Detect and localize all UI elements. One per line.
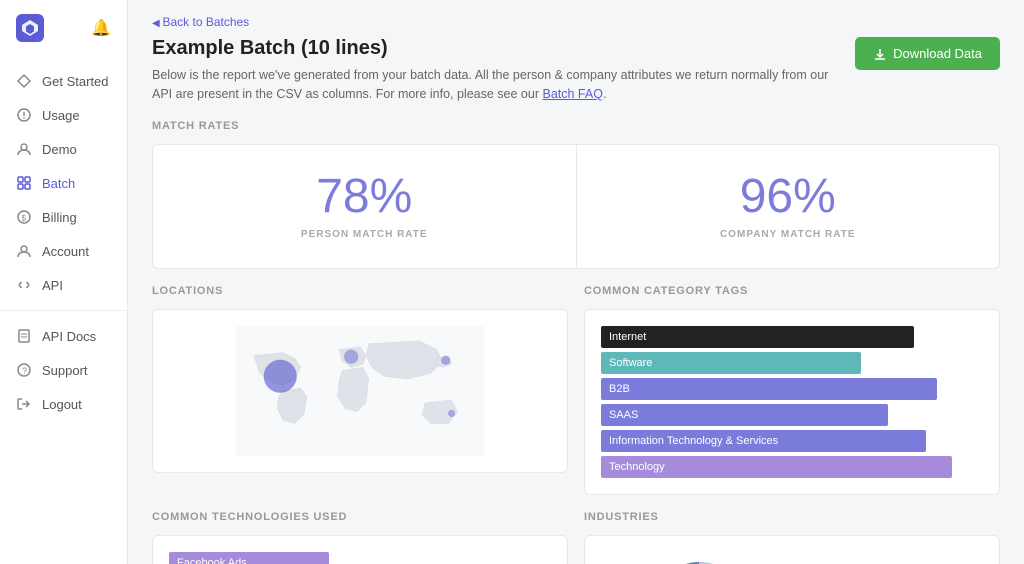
sidebar-header: 🔔 — [0, 0, 127, 56]
locations-section-label: LOCATIONS — [152, 285, 568, 297]
notification-bell-icon[interactable]: 🔔 — [91, 18, 111, 38]
person-match-rate-value: 78% — [316, 173, 412, 221]
svg-text:$: $ — [22, 214, 27, 223]
usage-icon — [16, 107, 32, 123]
get-started-icon — [16, 73, 32, 89]
logo-icon — [16, 14, 44, 42]
location-bubble-europe — [344, 349, 358, 363]
category-bar-row: Technology — [601, 456, 983, 478]
industries-pie-chart — [644, 552, 754, 564]
api-docs-label: API Docs — [42, 329, 96, 344]
sidebar-item-get-started[interactable]: Get Started — [0, 64, 127, 98]
sidebar-item-api[interactable]: API — [0, 268, 127, 302]
demo-icon — [16, 141, 32, 157]
category-tags-chart: Internet Software B2B SAAS Information Techn… — [601, 326, 983, 478]
support-icon: ? — [16, 362, 32, 378]
person-match-rate-label: PERSON MATCH RATE — [301, 229, 428, 240]
sidebar-item-support[interactable]: ? Support — [0, 353, 127, 387]
sidebar-item-demo[interactable]: Demo — [0, 132, 127, 166]
bar-label: Software — [601, 352, 861, 374]
company-match-rate-label: COMPANY MATCH RATE — [720, 229, 856, 240]
technologies-card: Facebook AdsNginxAws Ec2Google AppsGoogl… — [152, 535, 568, 564]
bar-label: Internet — [601, 326, 914, 348]
category-tags-section-label: COMMON CATEGORY TAGS — [584, 285, 1000, 297]
company-match-rate: 96% COMPANY MATCH RATE — [577, 145, 1000, 268]
get-started-label: Get Started — [42, 74, 108, 89]
person-match-rate: 78% PERSON MATCH RATE — [153, 145, 577, 268]
page-title: Example Batch (10 lines) — [152, 37, 839, 60]
category-bar-row: SAAS — [601, 404, 983, 426]
api-label: API — [42, 278, 63, 293]
api-icon — [16, 277, 32, 293]
sidebar-item-batch[interactable]: Batch — [0, 166, 127, 200]
usage-label: Usage — [42, 108, 80, 123]
logout-label: Logout — [42, 397, 82, 412]
sidebar-item-account[interactable]: Account — [0, 234, 127, 268]
tech-bar-row: Facebook Ads — [169, 552, 551, 564]
location-bubble-asia — [441, 355, 450, 364]
category-bar-row: Information Technology & Services — [601, 430, 983, 452]
map-container — [169, 326, 551, 456]
sidebar-item-logout[interactable]: Logout — [0, 387, 127, 421]
api-docs-icon — [16, 328, 32, 344]
bar-label: Information Technology & Services — [601, 430, 926, 452]
sidebar-item-billing[interactable]: $ Billing — [0, 200, 127, 234]
bar-label: Technology — [601, 456, 952, 478]
account-label: Account — [42, 244, 89, 259]
sidebar-item-usage[interactable]: Usage — [0, 98, 127, 132]
location-bubble-australia — [448, 409, 455, 416]
locations-card — [152, 309, 568, 473]
location-bubble-americas — [264, 359, 297, 392]
tech-bar-label: Facebook Ads — [169, 552, 329, 564]
batch-icon — [16, 175, 32, 191]
category-bar-row: B2B — [601, 378, 983, 400]
billing-label: Billing — [42, 210, 77, 225]
category-bar-row: Internet — [601, 326, 983, 348]
billing-icon: $ — [16, 209, 32, 225]
download-button-label: Download Data — [893, 46, 982, 61]
sidebar-item-api-docs[interactable]: API Docs — [0, 319, 127, 353]
sidebar: 🔔 Get Started Usage Demo Batch — [0, 0, 128, 564]
svg-text:?: ? — [22, 366, 27, 376]
industries-card: Hotels, Restaurants & LeisureInternet So… — [584, 535, 1000, 564]
category-tags-card: Internet Software B2B SAAS Information Techn… — [584, 309, 1000, 495]
support-label: Support — [42, 363, 88, 378]
category-bar-row: Software — [601, 352, 983, 374]
bar-label: B2B — [601, 378, 937, 400]
page-description: Below is the report we've generated from… — [152, 66, 839, 104]
account-icon — [16, 243, 32, 259]
bar-label: SAAS — [601, 404, 888, 426]
logout-icon — [16, 396, 32, 412]
download-data-button[interactable]: Download Data — [855, 37, 1000, 70]
back-to-batches-link[interactable]: Back to Batches — [152, 15, 249, 29]
match-rates-card: 78% PERSON MATCH RATE 96% COMPANY MATCH … — [152, 144, 1000, 269]
world-map-svg — [169, 326, 551, 456]
industries-section-label: INDUSTRIES — [584, 511, 1000, 523]
main-content: Back to Batches Example Batch (10 lines)… — [128, 0, 1024, 564]
technologies-section-label: COMMON TECHNOLOGIES USED — [152, 511, 568, 523]
technologies-chart: Facebook AdsNginxAws Ec2Google AppsGoogl… — [169, 552, 551, 564]
batch-faq-link[interactable]: Batch FAQ — [542, 87, 602, 101]
match-rates-section-label: MATCH RATES — [152, 120, 1000, 132]
demo-label: Demo — [42, 142, 77, 157]
sidebar-nav: Get Started Usage Demo Batch $ Billing — [0, 56, 127, 564]
company-match-rate-value: 96% — [740, 173, 836, 221]
batch-label: Batch — [42, 176, 75, 191]
